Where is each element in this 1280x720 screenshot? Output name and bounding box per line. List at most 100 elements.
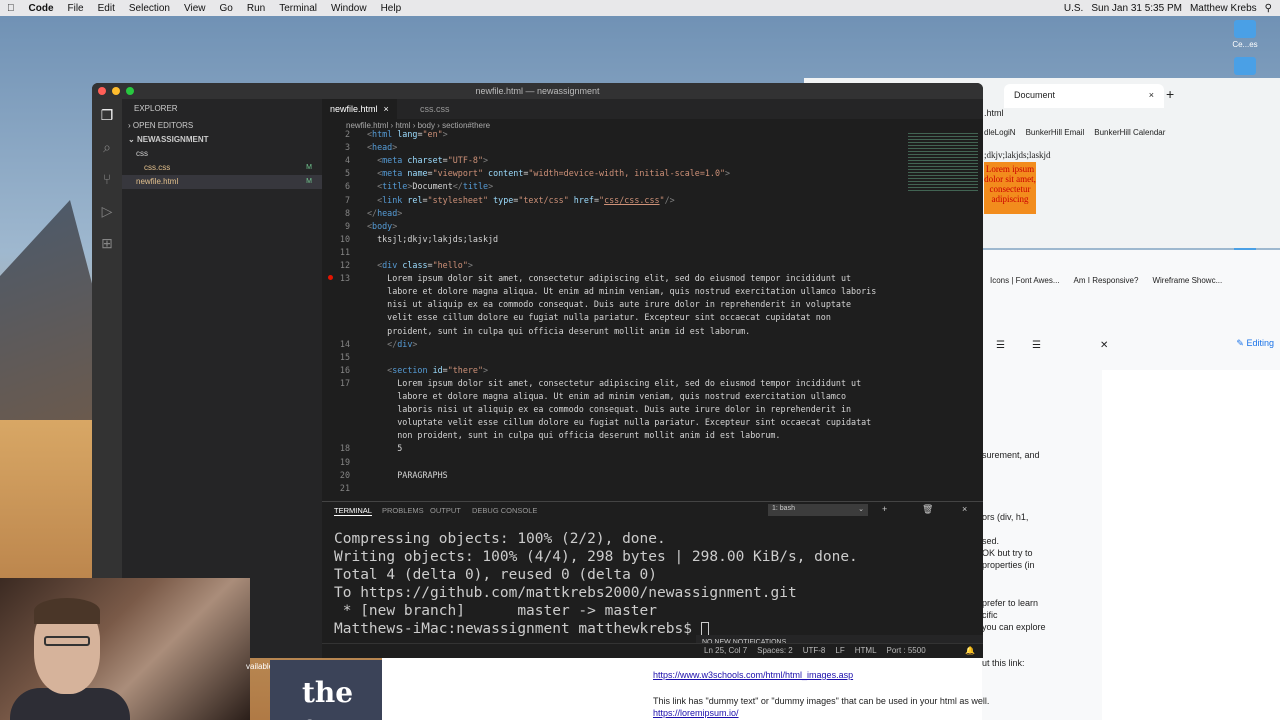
menu-help[interactable]: Help <box>374 3 409 14</box>
terminal-line: To https://github.com/mattkrebs2000/newa… <box>334 585 797 601</box>
status-language[interactable]: HTML <box>855 646 877 655</box>
tab-label: css.css <box>420 104 450 114</box>
new-terminal-icon[interactable]: + <box>882 504 887 514</box>
terminal-output[interactable]: Compressing objects: 100% (2/2), done. Wr… <box>334 530 858 638</box>
status-spaces[interactable]: Spaces: 2 <box>757 646 793 655</box>
line-number: 14 <box>339 338 350 349</box>
menu-terminal[interactable]: Terminal <box>272 3 324 14</box>
panel-tab[interactable]: DEBUG CONSOLE <box>472 506 537 515</box>
explorer-icon[interactable]: ❐ <box>99 107 115 123</box>
code-editor[interactable]: 2 <html lang="en"> 3 <head> 4 <meta charset=… <box>322 129 983 495</box>
person-hair <box>34 598 100 624</box>
bullet-list-icon[interactable]: ☰ <box>1032 340 1041 351</box>
clock[interactable]: Sun Jan 31 5:35 PM <box>1091 3 1182 14</box>
terminal-line: Compressing objects: 100% (2/2), done. <box>334 531 666 547</box>
editor-tab[interactable]: css.css <box>412 99 458 119</box>
link-loremipsum[interactable]: https://loremipsum.io/ <box>653 708 739 718</box>
clear-format-icon[interactable]: ✕ <box>1100 340 1108 351</box>
bell-icon[interactable]: 🔔 <box>965 646 975 655</box>
locale-indicator[interactable]: U.S. <box>1064 3 1083 14</box>
tree-item[interactable]: css.css M <box>122 161 322 175</box>
bookmark[interactable]: BunkerHill Email <box>1026 128 1085 137</box>
link-w3schools[interactable]: https://www.w3schools.com/html/html_imag… <box>653 670 853 680</box>
status-encoding[interactable]: UTF-8 <box>803 646 826 655</box>
code-line: labore et dolore magna aliqua. Ut enim a… <box>367 286 877 297</box>
status-port[interactable]: Port : 5500 <box>887 646 926 655</box>
panel-tab[interactable]: OUTPUT <box>430 506 461 515</box>
panel-tab[interactable]: PROBLEMS <box>382 506 424 515</box>
code-line: <section id="there"> <box>387 364 489 375</box>
new-tab-icon[interactable]: + <box>1166 86 1174 102</box>
menu-view[interactable]: View <box>177 3 213 14</box>
gdocs-window: Icons | Font Awes... Am I Responsive? Wire… <box>982 250 1280 720</box>
run-debug-icon[interactable]: ▷ <box>99 203 115 219</box>
close-window-button[interactable] <box>98 87 106 95</box>
menu-edit[interactable]: Edit <box>91 3 122 14</box>
editor-tabs: newfile.html × css.css <box>322 99 983 119</box>
menu-window[interactable]: Window <box>324 3 374 14</box>
line-number: 11 <box>339 246 350 257</box>
bookmark[interactable]: dleLogiN <box>984 128 1016 137</box>
search-icon[interactable]: ⚲ <box>1265 3 1272 14</box>
status-bar: Ln 25, Col 7 Spaces: 2 UTF-8 LF HTML Port : 5… <box>322 643 983 658</box>
open-editors-section[interactable]: › OPEN EDITORS <box>122 119 322 133</box>
menu-file[interactable]: File <box>61 3 91 14</box>
desktop-icon[interactable]: Ce...es <box>1222 20 1268 49</box>
numbered-list-icon[interactable]: ☰ <box>996 340 1005 351</box>
menu-selection[interactable]: Selection <box>122 3 177 14</box>
tab-document[interactable]: Document × <box>1004 84 1164 108</box>
vscode-window: newfile.html — newassignment ❐ ⌕ ⑂ ▷ ⊞ E… <box>92 83 983 658</box>
minimize-window-button[interactable] <box>112 87 120 95</box>
code-line: nisi ut aliquip ex ea commodo consequat.… <box>367 299 852 310</box>
minimap[interactable] <box>908 133 978 193</box>
bookmark[interactable]: BunkerHill Calendar <box>1094 128 1165 137</box>
tree-item[interactable]: newfile.html M <box>122 175 322 189</box>
hello-div: Lorem ipsum dolor sit amet, consectetur … <box>984 162 1036 214</box>
tree-item[interactable]: css <box>122 147 322 161</box>
breadcrumb-item[interactable]: section#there <box>442 121 490 130</box>
bookmark[interactable]: Icons | Font Awes... <box>990 276 1060 285</box>
close-icon[interactable]: × <box>1149 90 1154 100</box>
line-number: 21 <box>339 482 350 493</box>
panel-tab[interactable]: TERMINAL <box>334 506 372 516</box>
folder-icon <box>1234 57 1256 75</box>
tree-item-label: newfile.html <box>136 177 179 186</box>
breakpoint-dot[interactable] <box>328 275 333 280</box>
code-line: 5 <box>367 443 403 454</box>
doc-bottom: https://www.w3schools.com/html/html_imag… <box>382 658 989 720</box>
close-icon[interactable]: × <box>384 104 389 114</box>
source-control-icon[interactable]: ⑂ <box>99 171 115 187</box>
line-number: 12 <box>339 260 350 270</box>
apple-icon[interactable]:  <box>0 3 22 14</box>
menu-code[interactable]: Code <box>22 3 61 14</box>
trash-icon[interactable]: 🗑 <box>922 504 933 515</box>
search-icon[interactable]: ⌕ <box>99 139 115 155</box>
address-bar[interactable]: .html <box>984 108 1104 124</box>
close-panel-icon[interactable]: × <box>962 504 967 514</box>
line-number: 9 <box>344 220 350 231</box>
wallpaper-dune <box>0 420 100 600</box>
workspace-section[interactable]: ⌄ NEWASSIGNMENT <box>122 133 322 147</box>
status-eol[interactable]: LF <box>835 646 844 655</box>
editor-tab[interactable]: newfile.html × <box>322 99 397 119</box>
user-name[interactable]: Matthew Krebs <box>1190 3 1257 14</box>
page-text: ;dkjv;lakjds;laskjd <box>984 150 1051 160</box>
code-line: proident, sunt in culpa qui officia dese… <box>367 325 751 336</box>
terminal-line: Total 4 (delta 0), reused 0 (delta 0) <box>334 567 658 583</box>
editing-mode[interactable]: ✎ Editing <box>1236 338 1274 349</box>
bookmark[interactable]: Am I Responsive? <box>1074 276 1139 285</box>
menu-go[interactable]: Go <box>213 3 240 14</box>
terminal-line: Writing objects: 100% (4/4), 298 bytes |… <box>334 549 858 565</box>
line-number: 18 <box>339 443 350 454</box>
code-line: <div class="hello"> <box>377 260 473 270</box>
status-position[interactable]: Ln 25, Col 7 <box>704 646 747 655</box>
menu-run[interactable]: Run <box>240 3 272 14</box>
line-number: 10 <box>339 233 350 244</box>
line-number: 19 <box>339 456 350 467</box>
zoom-window-button[interactable] <box>126 87 134 95</box>
doc-line: sed. <box>982 536 1000 546</box>
extensions-icon[interactable]: ⊞ <box>99 235 115 251</box>
doc-line: OK but try to <box>982 548 1033 558</box>
terminal-select[interactable]: 1: bash ⌄ <box>768 504 868 516</box>
bookmark[interactable]: Wireframe Showc... <box>1152 276 1222 285</box>
